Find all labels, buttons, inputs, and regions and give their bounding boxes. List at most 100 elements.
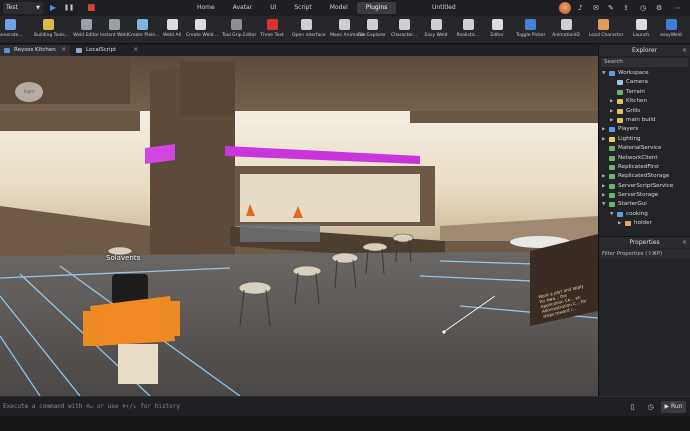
tool-label: Instant Weld bbox=[100, 33, 129, 38]
chevron-right-icon[interactable]: ▶ bbox=[602, 172, 605, 181]
explorer-item[interactable]: ▶ Players bbox=[599, 125, 690, 134]
explorer-item[interactable]: MaterialService bbox=[599, 144, 690, 153]
tool-button[interactable]: Three Text bbox=[258, 19, 286, 38]
chevron-down-icon[interactable]: ▼ bbox=[602, 69, 605, 78]
chevron-right-icon[interactable]: ▶ bbox=[602, 125, 605, 134]
settings-icon[interactable]: ⚙ bbox=[656, 3, 662, 13]
run-button[interactable]: ▶ Run bbox=[661, 401, 686, 413]
stop-icon[interactable]: ■ bbox=[87, 2, 96, 14]
avatar[interactable] bbox=[559, 2, 571, 14]
explorer-item[interactable]: ▼ StarterGui bbox=[599, 200, 690, 209]
tool-button[interactable]: Editor bbox=[483, 19, 511, 38]
tool-button[interactable]: Building Tools... bbox=[34, 19, 69, 38]
pause-icon[interactable]: ❚❚ bbox=[64, 2, 74, 14]
explorer-item[interactable]: ▶ main build bbox=[599, 116, 690, 125]
tool-button[interactable]: Realistic... bbox=[454, 19, 482, 38]
chevron-right-icon[interactable]: ▶ bbox=[602, 191, 605, 200]
explorer-item[interactable]: ▶ Kitchen bbox=[599, 97, 690, 106]
close-icon[interactable]: ✕ bbox=[133, 45, 138, 56]
bookmark-icon[interactable]: ▯ bbox=[627, 401, 638, 413]
pencil-icon[interactable]: ✎ bbox=[608, 3, 614, 13]
tab-script[interactable]: Script bbox=[285, 2, 320, 14]
close-icon[interactable]: ✕ bbox=[682, 237, 687, 248]
chevron-right-icon[interactable]: ▶ bbox=[602, 182, 605, 191]
tool-button[interactable]: Load Character bbox=[589, 19, 623, 38]
explorer-item[interactable]: ReplicatedFirst bbox=[599, 163, 690, 172]
tab-plugins[interactable]: Plugins bbox=[356, 2, 397, 14]
chevron-right-icon[interactable]: ▶ bbox=[618, 219, 621, 228]
place-title: Untitled bbox=[432, 4, 456, 11]
tool-button[interactable]: Instant Weld bbox=[100, 19, 128, 38]
explorer-item-label: StarterGui bbox=[618, 201, 647, 208]
command-input[interactable]: Execute a command with ⌘↵ or use ⌘↑/↓ fo… bbox=[3, 401, 618, 413]
explorer-item[interactable]: Terrain bbox=[599, 88, 690, 97]
3d-viewport[interactable]: Right Solavents Want a job? and apply fo… bbox=[0, 56, 598, 396]
explorer-item[interactable]: ▼ cooking bbox=[599, 210, 690, 219]
tool-button[interactable]: AnimationID bbox=[552, 19, 580, 38]
explorer-item-label: Terrain bbox=[626, 88, 645, 95]
explorer-item[interactable]: ▼ Workspace bbox=[599, 69, 690, 78]
tool-label: Launch bbox=[632, 33, 650, 38]
close-icon[interactable]: ✕ bbox=[61, 45, 66, 56]
tool-button[interactable]: Launch bbox=[627, 19, 655, 38]
explorer-item[interactable]: ▶ ReplicatedStorage bbox=[599, 172, 690, 181]
explorer-item[interactable]: ▶ ServerStorage bbox=[599, 191, 690, 200]
doc-tab-place[interactable]: Reysos Kitchen ✕ bbox=[0, 45, 70, 56]
doc-tab-script[interactable]: LocalScript ✕ bbox=[72, 45, 142, 56]
view-selector[interactable]: Right bbox=[15, 82, 43, 102]
tool-button[interactable]: Moon Animator bbox=[330, 19, 364, 38]
explorer-item[interactable]: Camera bbox=[599, 78, 690, 87]
chevron-right-icon[interactable]: ▶ bbox=[602, 135, 605, 144]
tool-label: Building Tools... bbox=[34, 33, 70, 38]
chat-icon[interactable]: ✉ bbox=[593, 3, 599, 13]
chevron-right-icon[interactable]: ▶ bbox=[610, 97, 613, 106]
tab-avatar[interactable]: Avatar bbox=[224, 2, 261, 14]
tool-button[interactable]: Character... bbox=[390, 19, 418, 38]
chevron-right-icon[interactable]: ▶ bbox=[610, 107, 613, 116]
explorer-item[interactable]: NetworkClient bbox=[599, 154, 690, 163]
explorer-item[interactable]: ▶ Grills bbox=[599, 107, 690, 116]
tool-button[interactable]: Create Weld... bbox=[186, 19, 218, 38]
chevron-down-icon[interactable]: ▼ bbox=[610, 210, 613, 219]
chevron-right-icon[interactable]: ▶ bbox=[610, 116, 613, 125]
tab-home[interactable]: Home bbox=[188, 2, 224, 14]
explorer-item-label: Camera bbox=[626, 79, 648, 86]
explorer-item[interactable]: ▶ ServerScriptService bbox=[599, 182, 690, 191]
tool-button[interactable]: easyWeld bbox=[657, 19, 685, 38]
place-selector[interactable]: Test ▼ bbox=[3, 2, 43, 14]
tool-button[interactable]: Weld Editor bbox=[72, 19, 100, 38]
tool-button[interactable]: Toggle Picker bbox=[516, 19, 545, 38]
clock-icon[interactable]: ◷ bbox=[640, 3, 646, 13]
server-storage-icon bbox=[609, 193, 615, 199]
main-tabs: Home Avatar UI Script Model Plugins bbox=[188, 2, 397, 14]
folder-icon bbox=[617, 108, 623, 114]
tool-button[interactable]: Weld All bbox=[158, 19, 186, 38]
tool-button[interactable]: File Explorer bbox=[358, 19, 386, 38]
bell-icon[interactable]: ♪ bbox=[578, 3, 582, 13]
tool-label: File Explorer bbox=[358, 33, 386, 38]
play-icon[interactable]: ▶ bbox=[50, 2, 56, 14]
replicated-icon bbox=[609, 164, 615, 170]
tool-button[interactable]: Tool Grip Editor bbox=[222, 19, 256, 38]
properties-header: Properties ✕ bbox=[599, 237, 690, 248]
tool-button[interactable]: Open interface bbox=[292, 19, 326, 38]
tool-button[interactable]: Create Plain... bbox=[128, 19, 160, 38]
properties-filter-input[interactable]: Filter Properties (⇧⌘P) bbox=[599, 249, 690, 259]
tool-button[interactable]: Easy Weld bbox=[422, 19, 450, 38]
more-icon[interactable]: ⋯ bbox=[674, 3, 681, 13]
chevron-down-icon[interactable]: ▼ bbox=[602, 200, 605, 209]
folder-icon bbox=[366, 19, 378, 30]
building-tools-icon bbox=[42, 19, 54, 30]
explorer-item-label: main build bbox=[626, 116, 656, 123]
tab-model[interactable]: Model bbox=[321, 2, 357, 14]
tool-button[interactable]: Generate... bbox=[0, 19, 24, 38]
explorer-item-label: Workspace bbox=[618, 70, 649, 76]
explorer-item[interactable]: ▶ Lighting bbox=[599, 135, 690, 144]
share-icon[interactable]: ⇪ bbox=[623, 3, 629, 13]
explorer-search-input[interactable]: Search bbox=[601, 58, 688, 67]
three-text-icon bbox=[266, 19, 278, 30]
history-icon[interactable]: ◷ bbox=[645, 401, 656, 413]
explorer-item[interactable]: ▶ holder bbox=[599, 219, 690, 228]
close-icon[interactable]: ✕ bbox=[682, 45, 687, 56]
tab-ui[interactable]: UI bbox=[261, 2, 285, 14]
